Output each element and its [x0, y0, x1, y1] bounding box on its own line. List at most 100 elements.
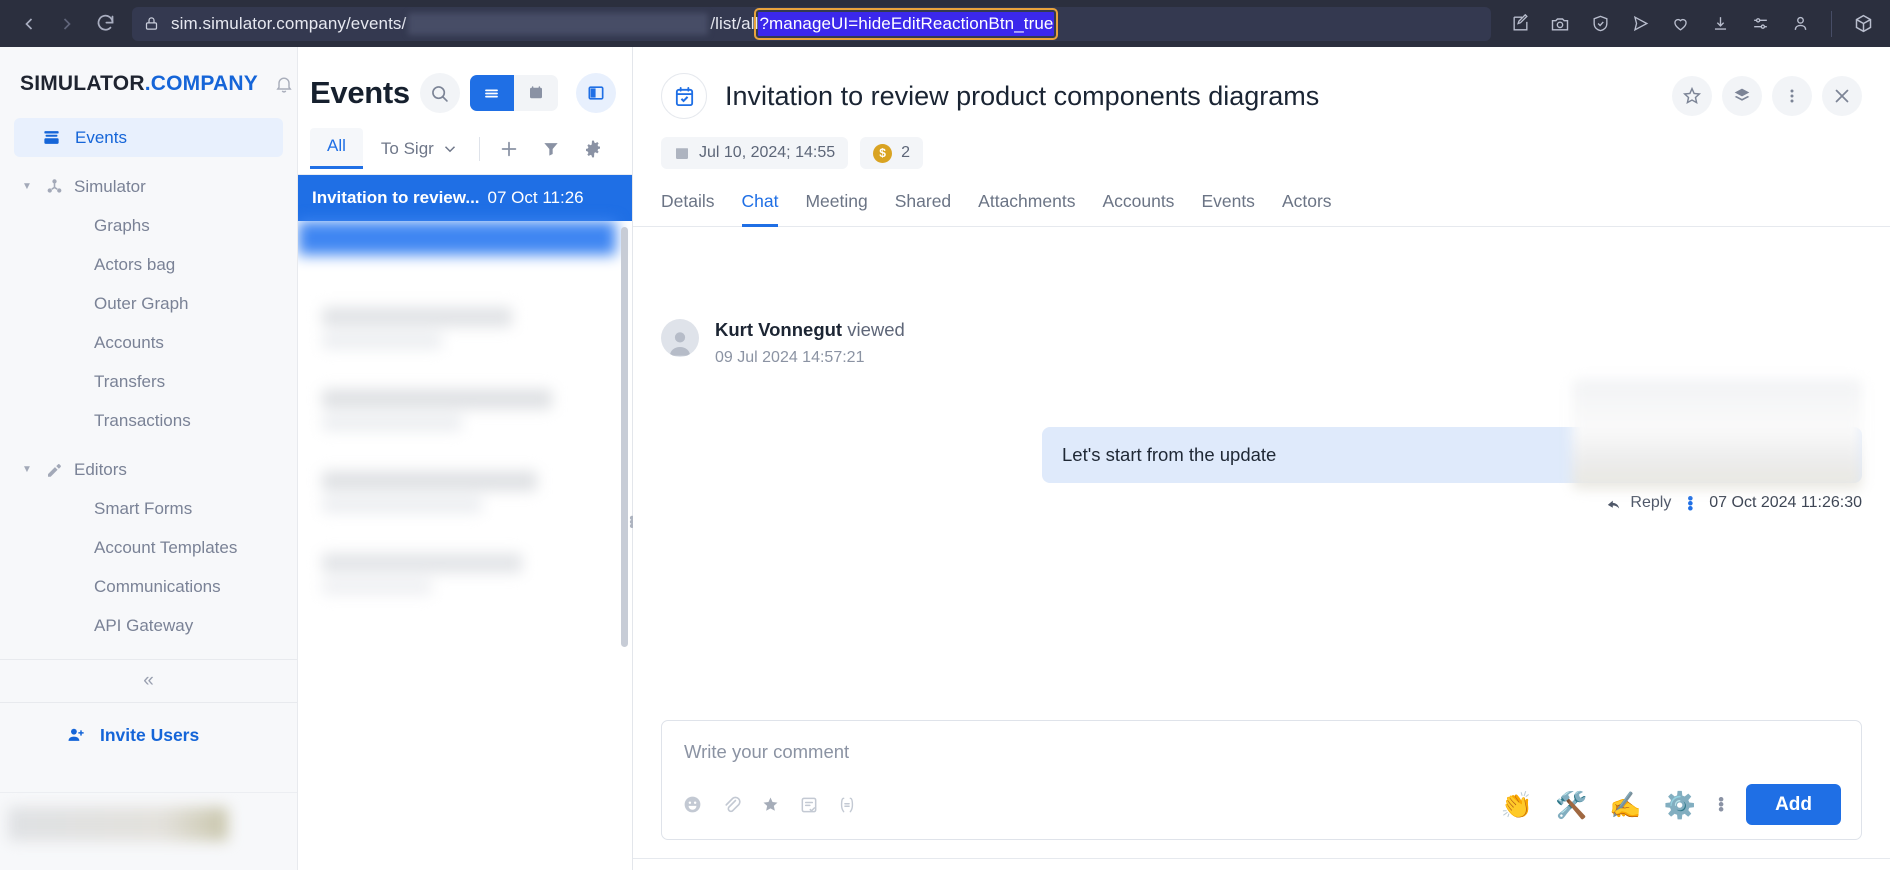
- tab-events[interactable]: Events: [1201, 191, 1255, 227]
- view-mode-switch: [469, 75, 558, 111]
- calendar-icon: [676, 148, 688, 159]
- sliders-icon[interactable]: [1743, 7, 1777, 41]
- sidebar-item-transfers[interactable]: Transfers: [14, 362, 283, 401]
- events-icon: [40, 128, 62, 147]
- reply-button[interactable]: Reply: [1605, 494, 1671, 512]
- reaction-tools-icon[interactable]: 🛠️: [1555, 792, 1587, 818]
- tab-chat[interactable]: Chat: [741, 191, 779, 227]
- card-view-icon[interactable]: [514, 75, 558, 111]
- browser-toolbar: sim.simulator.company/events/ /list/all …: [0, 0, 1890, 47]
- layers-icon[interactable]: [1722, 76, 1762, 116]
- sidebar-item-label: API Gateway: [94, 615, 194, 635]
- chat-event-action: viewed: [847, 319, 905, 340]
- list-view-icon[interactable]: [469, 75, 514, 111]
- sidebar-collapse-button[interactable]: «: [0, 659, 297, 703]
- sidebar-item-label: Accounts: [94, 332, 164, 352]
- funnel-icon[interactable]: [532, 130, 570, 168]
- tab-attachments[interactable]: Attachments: [978, 191, 1075, 227]
- list-scrollbar[interactable]: [621, 227, 628, 647]
- send-icon[interactable]: [1623, 7, 1657, 41]
- sidebar-item-label: Communications: [94, 576, 221, 596]
- chat-message-timestamp: 07 Oct 2024 11:26:30: [1709, 494, 1862, 511]
- reaction-writing-icon[interactable]: ✍️: [1609, 792, 1641, 818]
- variable-icon[interactable]: [837, 795, 857, 815]
- address-bar[interactable]: sim.simulator.company/events/ /list/all …: [132, 6, 1491, 41]
- list-item-title: Invitation to review...: [312, 188, 480, 207]
- sidebar-item-outer-graph[interactable]: Outer Graph: [14, 284, 283, 323]
- browser-extension-icons: [1503, 7, 1880, 41]
- events-filter-row: All To Sigr: [298, 123, 632, 175]
- cube-icon[interactable]: [1846, 7, 1880, 41]
- sidebar-item-events[interactable]: Events: [14, 118, 283, 157]
- attachment-icon[interactable]: [721, 794, 742, 815]
- redacted-message-block: [1572, 379, 1862, 489]
- detail-header-actions: [1672, 76, 1862, 116]
- split-panel-icon[interactable]: [576, 73, 616, 113]
- star-icon[interactable]: [760, 794, 781, 815]
- sidebar-item-communications[interactable]: Communications: [14, 567, 283, 606]
- url-suffix: /list/all: [710, 13, 759, 33]
- sidebar-footer: [0, 792, 297, 870]
- events-list-panel: Events All To Sigr Invitation to review.…: [298, 47, 635, 870]
- reaction-gears-icon[interactable]: ⚙️: [1664, 792, 1696, 818]
- invite-users-button[interactable]: Invite Users: [0, 703, 297, 767]
- reaction-wave-icon[interactable]: 👏: [1501, 792, 1533, 818]
- composer-kebab-icon[interactable]: • • •: [1718, 791, 1724, 818]
- events-list-header: Events: [298, 47, 632, 123]
- tab-actors[interactable]: Actors: [1282, 191, 1332, 227]
- download-icon[interactable]: [1703, 7, 1737, 41]
- sidebar-item-graphs[interactable]: Graphs: [14, 206, 283, 245]
- form-icon[interactable]: [799, 795, 819, 815]
- browser-back-button[interactable]: [10, 5, 48, 43]
- sidebar-item-label: Events: [75, 127, 127, 147]
- points-chip: $ 2: [860, 137, 924, 169]
- heart-icon[interactable]: [1663, 7, 1697, 41]
- tab-details[interactable]: Details: [661, 191, 715, 227]
- edit-page-icon[interactable]: [1503, 7, 1537, 41]
- sidebar-group-simulator[interactable]: ▼ Simulator: [14, 167, 283, 206]
- bell-icon[interactable]: [274, 74, 294, 94]
- camera-icon[interactable]: [1543, 7, 1577, 41]
- tab-shared[interactable]: Shared: [895, 191, 951, 227]
- sidebar-nav: Events ▼ Simulator Graphs Actors bag Out…: [0, 118, 297, 645]
- tab-all[interactable]: All: [310, 128, 363, 169]
- star-icon[interactable]: [1672, 76, 1712, 116]
- emoji-icon[interactable]: [682, 794, 703, 815]
- message-kebab-icon[interactable]: • • •: [1687, 490, 1693, 517]
- list-item-date: 07 Oct 11:26: [487, 188, 584, 207]
- sidebar-item-accounts[interactable]: Accounts: [14, 323, 283, 362]
- sidebar-item-smart-forms[interactable]: Smart Forms: [14, 489, 283, 528]
- sidebar-item-actors-bag[interactable]: Actors bag: [14, 245, 283, 284]
- shield-check-icon[interactable]: [1583, 7, 1617, 41]
- composer-toolbar: 👏 🛠️ ✍️ ⚙️ • • • Add: [662, 784, 1861, 839]
- sidebar-group-editors[interactable]: ▼ Editors: [14, 450, 283, 489]
- filter-select-to-sign[interactable]: To Sigr: [367, 139, 469, 159]
- toolbar-divider: [1831, 10, 1832, 37]
- detail-footer-divider: [633, 858, 1890, 870]
- close-icon[interactable]: [1822, 76, 1862, 116]
- tab-meeting[interactable]: Meeting: [805, 191, 867, 227]
- gear-icon[interactable]: [574, 130, 612, 168]
- events-list-body: Invitation to review... 07 Oct 11:26: [298, 175, 632, 870]
- chevron-down-icon: ▼: [22, 464, 32, 475]
- tab-accounts[interactable]: Accounts: [1102, 191, 1174, 227]
- chat-message-meta: Reply • • • 07 Oct 2024 11:26:30: [661, 490, 1862, 517]
- user-icon[interactable]: [1783, 7, 1817, 41]
- plus-icon[interactable]: [490, 130, 528, 168]
- browser-reload-button[interactable]: [86, 5, 124, 43]
- invite-users-label: Invite Users: [100, 724, 200, 745]
- kebab-icon[interactable]: [1772, 76, 1812, 116]
- sidebar-item-transactions[interactable]: Transactions: [14, 401, 283, 440]
- browser-forward-button[interactable]: [48, 5, 86, 43]
- sidebar-item-api-gateway[interactable]: API Gateway: [14, 606, 283, 645]
- comment-input[interactable]: Write your comment: [662, 721, 1861, 763]
- list-item-selected[interactable]: Invitation to review... 07 Oct 11:26: [298, 175, 632, 221]
- add-button[interactable]: Add: [1746, 784, 1841, 825]
- reply-icon: [1608, 500, 1620, 508]
- reply-label: Reply: [1630, 494, 1672, 511]
- app-logo[interactable]: SIMULATOR.COMPANY: [20, 72, 258, 96]
- chat-event-timestamp: 09 Jul 2024 14:57:21: [715, 349, 865, 366]
- sidebar-item-account-templates[interactable]: Account Templates: [14, 528, 283, 567]
- search-icon[interactable]: [419, 73, 460, 113]
